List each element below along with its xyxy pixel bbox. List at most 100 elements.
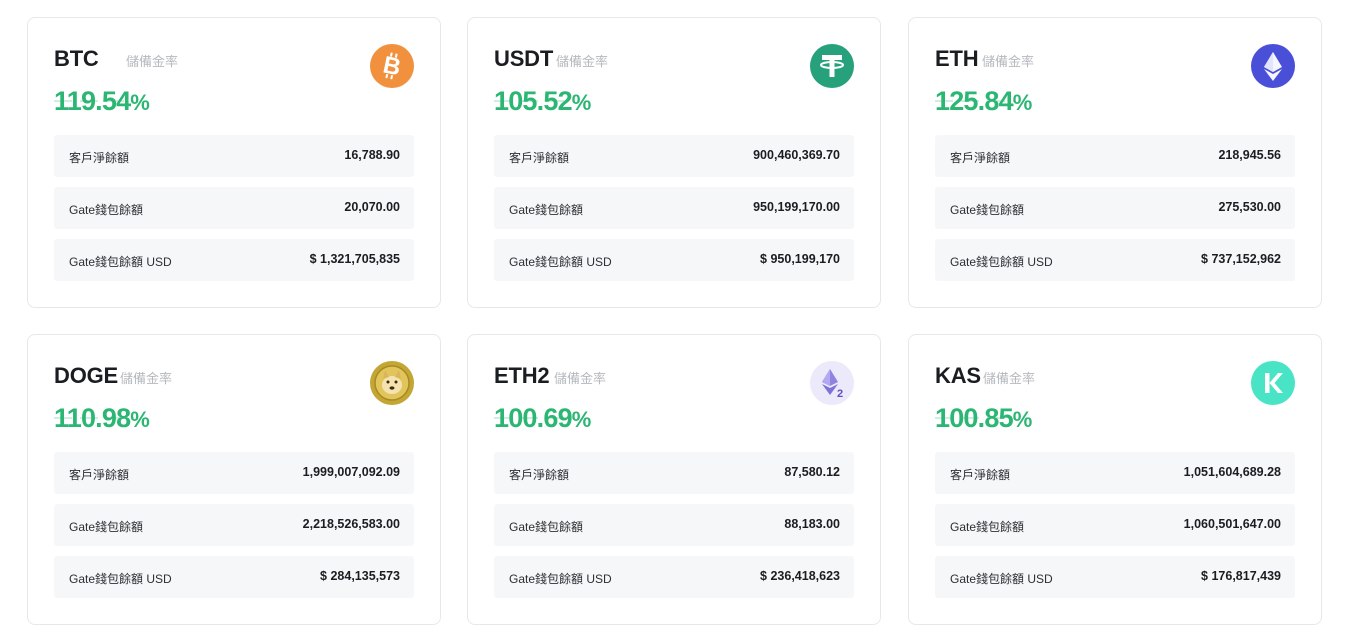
row-value: $ 1,321,705,835 bbox=[309, 252, 400, 266]
ratio-value: 125.84 bbox=[935, 86, 1014, 116]
row-label: Gate錢包餘額 bbox=[69, 520, 144, 534]
row-label: Gate錢包餘額 bbox=[509, 203, 584, 217]
card-header: BTC 儲備金率 B bbox=[54, 44, 414, 88]
row-label: Gate錢包餘額 USD bbox=[509, 255, 612, 269]
reserve-card-usdt: USDT 儲備金率 105.52% 客戶淨餘額 900,460,369.70 G… bbox=[467, 17, 881, 308]
card-header: USDT 儲備金率 bbox=[494, 44, 854, 88]
reserve-ratio: 105.52% bbox=[494, 86, 591, 117]
coin-symbol: DOGE bbox=[54, 363, 118, 388]
row-gate-wallet-balance: Gate錢包餘額 1,060,501,647.00 bbox=[935, 504, 1295, 546]
bitcoin-icon: B bbox=[370, 44, 414, 88]
row-label: 客戶淨餘額 bbox=[950, 151, 1011, 165]
reserve-card-eth2: ETH2 儲備金率 2 100.69% 客戶淨餘額 87,580.12 Gate… bbox=[467, 334, 881, 625]
reserve-rate-label: 儲備金率 bbox=[120, 371, 173, 386]
eth2-badge: 2 bbox=[837, 388, 843, 400]
ratio-percent-sign: % bbox=[130, 90, 150, 115]
reserve-ratio: 100.85% bbox=[935, 403, 1032, 434]
row-label: 客戶淨餘額 bbox=[509, 151, 570, 165]
row-gate-wallet-balance-usd: Gate錢包餘額 USD $ 737,152,962 bbox=[935, 239, 1295, 281]
coin-symbol: BTC bbox=[54, 46, 99, 71]
card-header: ETH 儲備金率 bbox=[935, 44, 1295, 88]
row-value: 900,460,369.70 bbox=[753, 148, 840, 162]
row-value: 950,199,170.00 bbox=[753, 200, 840, 214]
row-value: $ 284,135,573 bbox=[320, 569, 400, 583]
row-value: 87,580.12 bbox=[784, 465, 840, 479]
reserve-ratio: 100.69% bbox=[494, 403, 591, 434]
row-label: 客戶淨餘額 bbox=[69, 468, 130, 482]
tether-icon bbox=[810, 44, 854, 88]
ratio-value: 105.52 bbox=[494, 86, 573, 116]
row-client-net-balance: 客戶淨餘額 16,788.90 bbox=[54, 135, 414, 177]
row-gate-wallet-balance: Gate錢包餘額 275,530.00 bbox=[935, 187, 1295, 229]
card-header: KAS 儲備金率 bbox=[935, 361, 1295, 405]
ratio-percent-sign: % bbox=[1012, 90, 1033, 115]
row-label: Gate錢包餘額 USD bbox=[509, 572, 612, 586]
row-gate-wallet-balance-usd: Gate錢包餘額 USD $ 284,135,573 bbox=[54, 556, 414, 598]
row-value: 1,999,007,092.09 bbox=[302, 465, 400, 479]
coin-symbol: ETH bbox=[935, 46, 979, 71]
coin-symbol: ETH2 bbox=[494, 363, 550, 388]
reserve-rate-label: 儲備金率 bbox=[126, 54, 179, 69]
eth2-icon: 2 bbox=[810, 361, 854, 405]
dogecoin-icon bbox=[370, 361, 414, 405]
row-gate-wallet-balance: Gate錢包餘額 950,199,170.00 bbox=[494, 187, 854, 229]
row-gate-wallet-balance-usd: Gate錢包餘額 USD $ 1,321,705,835 bbox=[54, 239, 414, 281]
reserve-rate-label: 儲備金率 bbox=[554, 371, 607, 386]
reserve-card-btc: BTC 儲備金率 B 119.54% 客戶淨餘額 16,788.90 Gate錢… bbox=[27, 17, 441, 308]
row-value: 1,060,501,647.00 bbox=[1183, 517, 1281, 531]
row-gate-wallet-balance: Gate錢包餘額 2,218,526,583.00 bbox=[54, 504, 414, 546]
row-label: Gate錢包餘額 bbox=[950, 203, 1025, 217]
row-gate-wallet-balance-usd: Gate錢包餘額 USD $ 236,418,623 bbox=[494, 556, 854, 598]
reserve-rate-label: 儲備金率 bbox=[982, 54, 1035, 69]
ratio-percent-sign: % bbox=[1012, 407, 1033, 432]
reserve-rate-label: 儲備金率 bbox=[556, 54, 609, 69]
row-value: 218,945.56 bbox=[1218, 148, 1281, 162]
kaspa-icon bbox=[1251, 361, 1295, 405]
row-value: 88,183.00 bbox=[784, 517, 840, 531]
row-value: 1,051,604,689.28 bbox=[1183, 465, 1281, 479]
row-value: 275,530.00 bbox=[1218, 200, 1281, 214]
coin-symbol: KAS bbox=[935, 363, 981, 388]
ratio-value: 119.54 bbox=[54, 86, 131, 116]
row-value: $ 236,418,623 bbox=[760, 569, 840, 583]
row-value: 2,218,526,583.00 bbox=[302, 517, 400, 531]
row-value: 20,070.00 bbox=[344, 200, 400, 214]
ratio-percent-sign: % bbox=[571, 407, 592, 432]
ratio-percent-sign: % bbox=[130, 407, 150, 432]
row-client-net-balance: 客戶淨餘額 87,580.12 bbox=[494, 452, 854, 494]
reserve-ratio: 110.98% bbox=[54, 403, 150, 434]
row-gate-wallet-balance-usd: Gate錢包餘額 USD $ 176,817,439 bbox=[935, 556, 1295, 598]
ratio-percent-sign: % bbox=[571, 90, 592, 115]
row-value: $ 737,152,962 bbox=[1201, 252, 1281, 266]
row-client-net-balance: 客戶淨餘額 900,460,369.70 bbox=[494, 135, 854, 177]
row-label: Gate錢包餘額 bbox=[69, 203, 144, 217]
row-gate-wallet-balance: Gate錢包餘額 88,183.00 bbox=[494, 504, 854, 546]
card-header: DOGE 儲備金率 bbox=[54, 361, 414, 405]
ratio-value: 110.98 bbox=[54, 403, 131, 433]
row-value: $ 176,817,439 bbox=[1201, 569, 1281, 583]
row-client-net-balance: 客戶淨餘額 1,051,604,689.28 bbox=[935, 452, 1295, 494]
reserve-rate-label: 儲備金率 bbox=[983, 371, 1036, 386]
coin-symbol: USDT bbox=[494, 46, 554, 71]
reserve-ratio: 119.54% bbox=[54, 86, 150, 117]
reserve-card-eth: ETH 儲備金率 125.84% 客戶淨餘額 218,945.56 Gate錢包… bbox=[908, 17, 1322, 308]
reserve-ratio: 125.84% bbox=[935, 86, 1032, 117]
row-label: Gate錢包餘額 USD bbox=[950, 572, 1053, 586]
row-label: Gate錢包餘額 bbox=[509, 520, 584, 534]
card-header: ETH2 儲備金率 2 bbox=[494, 361, 854, 405]
row-label: Gate錢包餘額 USD bbox=[69, 255, 172, 269]
ethereum-icon bbox=[1251, 44, 1295, 88]
row-label: Gate錢包餘額 bbox=[950, 520, 1025, 534]
row-label: 客戶淨餘額 bbox=[509, 468, 570, 482]
row-label: Gate錢包餘額 USD bbox=[950, 255, 1053, 269]
reserve-card-doge: DOGE 儲備金率 110.98% 客戶淨餘額 1,999,007,092.09… bbox=[27, 334, 441, 625]
row-label: Gate錢包餘額 USD bbox=[69, 572, 172, 586]
ratio-value: 100.85 bbox=[935, 403, 1014, 433]
row-client-net-balance: 客戶淨餘額 218,945.56 bbox=[935, 135, 1295, 177]
reserve-card-kas: KAS 儲備金率 100.85% 客戶淨餘額 1,051,604,689.28 … bbox=[908, 334, 1322, 625]
row-label: 客戶淨餘額 bbox=[950, 468, 1011, 482]
row-gate-wallet-balance: Gate錢包餘額 20,070.00 bbox=[54, 187, 414, 229]
row-value: 16,788.90 bbox=[344, 148, 400, 162]
ratio-value: 100.69 bbox=[494, 403, 573, 433]
row-value: $ 950,199,170 bbox=[760, 252, 840, 266]
